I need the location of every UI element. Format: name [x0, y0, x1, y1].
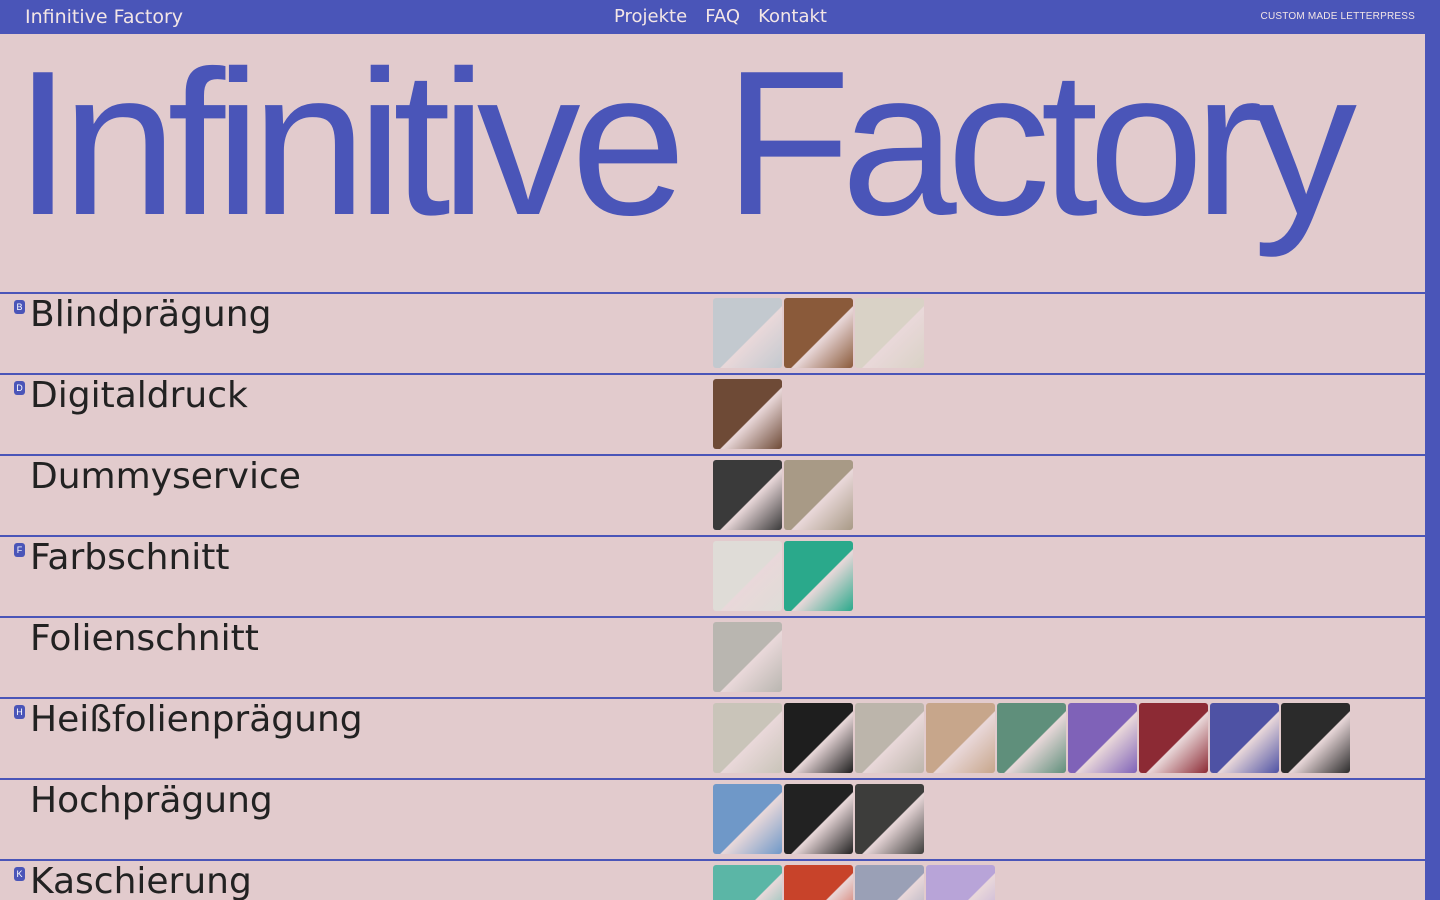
project-thumbnail[interactable] — [855, 784, 924, 854]
category-row[interactable]: Dummyservice — [0, 454, 1425, 535]
category-list: B Blindprägung D Digitaldruck Dummyservice F F… — [0, 292, 1425, 900]
project-thumbnail[interactable] — [926, 865, 995, 900]
letter-badge: D — [14, 381, 25, 395]
project-thumbnail[interactable] — [784, 865, 853, 900]
category-label[interactable]: Farbschnitt — [30, 537, 230, 579]
thumbnail-strip — [713, 784, 924, 854]
project-thumbnail[interactable] — [784, 298, 853, 368]
project-thumbnail[interactable] — [1210, 703, 1279, 773]
thumbnail-strip — [713, 379, 782, 449]
project-thumbnail[interactable] — [784, 460, 853, 530]
category-label[interactable]: Folienschnitt — [30, 618, 259, 660]
hero: Infinitive Factory — [14, 40, 1419, 275]
brand-link[interactable]: Infinitive Factory — [25, 6, 183, 28]
category-row[interactable]: H Heißfolienprägung — [0, 697, 1425, 778]
project-thumbnail[interactable] — [713, 460, 782, 530]
letter-badge: F — [14, 543, 25, 557]
category-row[interactable]: Folienschnitt — [0, 616, 1425, 697]
project-thumbnail[interactable] — [713, 298, 782, 368]
nav-faq[interactable]: FAQ — [705, 6, 740, 27]
project-thumbnail[interactable] — [855, 703, 924, 773]
project-thumbnail[interactable] — [713, 703, 782, 773]
tagline: CUSTOM MADE LETTERPRESS — [1260, 11, 1415, 22]
category-label[interactable]: Digitaldruck — [30, 375, 248, 417]
hero-title: Infinitive Factory — [14, 40, 1357, 258]
thumbnail-strip — [713, 622, 782, 692]
project-thumbnail[interactable] — [784, 703, 853, 773]
thumbnail-strip — [713, 298, 924, 368]
project-thumbnail[interactable] — [713, 784, 782, 854]
project-thumbnail[interactable] — [713, 865, 782, 900]
project-thumbnail[interactable] — [713, 622, 782, 692]
nav-projekte[interactable]: Projekte — [614, 6, 687, 27]
letter-badge: K — [14, 867, 25, 881]
thumbnail-strip — [713, 703, 1350, 773]
category-row[interactable]: K Kaschierung — [0, 859, 1425, 900]
category-row[interactable]: D Digitaldruck — [0, 373, 1425, 454]
project-thumbnail[interactable] — [713, 379, 782, 449]
letter-badge: H — [14, 705, 25, 719]
nav-kontakt[interactable]: Kontakt — [758, 6, 827, 27]
thumbnail-strip — [713, 865, 995, 900]
thumbnail-strip — [713, 460, 853, 530]
project-thumbnail[interactable] — [784, 784, 853, 854]
project-thumbnail[interactable] — [855, 865, 924, 900]
project-thumbnail[interactable] — [997, 703, 1066, 773]
project-thumbnail[interactable] — [713, 541, 782, 611]
main-nav: Projekte FAQ Kontakt — [614, 6, 827, 27]
project-thumbnail[interactable] — [855, 298, 924, 368]
project-thumbnail[interactable] — [1068, 703, 1137, 773]
category-label[interactable]: Heißfolienprägung — [30, 699, 363, 741]
project-thumbnail[interactable] — [784, 541, 853, 611]
project-thumbnail[interactable] — [926, 703, 995, 773]
project-thumbnail[interactable] — [1281, 703, 1350, 773]
category-label[interactable]: Blindprägung — [30, 294, 271, 336]
category-row[interactable]: Hochprägung — [0, 778, 1425, 859]
scroll-rail[interactable] — [1425, 34, 1440, 900]
category-label[interactable]: Dummyservice — [30, 456, 301, 498]
project-thumbnail[interactable] — [1139, 703, 1208, 773]
category-row[interactable]: B Blindprägung — [0, 292, 1425, 373]
top-bar: Infinitive Factory Projekte FAQ Kontakt … — [0, 0, 1440, 34]
category-label[interactable]: Hochprägung — [30, 780, 273, 822]
thumbnail-strip — [713, 541, 853, 611]
category-label[interactable]: Kaschierung — [30, 861, 252, 900]
category-row[interactable]: F Farbschnitt — [0, 535, 1425, 616]
letter-badge: B — [14, 300, 25, 314]
